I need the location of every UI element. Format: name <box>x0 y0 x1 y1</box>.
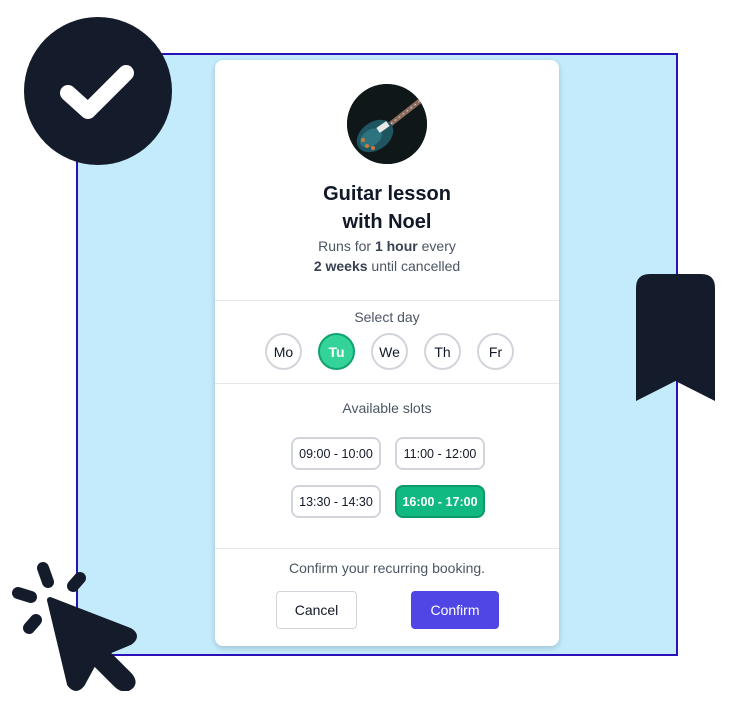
day-button-mo[interactable]: Mo <box>265 333 302 370</box>
slot-button[interactable]: 11:00 - 12:00 <box>395 437 485 470</box>
cursor-click-icon <box>12 562 137 691</box>
day-button-th[interactable]: Th <box>424 333 461 370</box>
divider <box>215 383 559 384</box>
cancel-button[interactable]: Cancel <box>276 591 357 629</box>
subtitle-prefix: Runs for <box>318 238 375 254</box>
guitar-image <box>347 84 427 164</box>
subtitle-interval: 2 weeks <box>313 258 368 274</box>
confirm-button[interactable]: Confirm <box>411 591 499 629</box>
slot-button[interactable]: 13:30 - 14:30 <box>291 485 381 518</box>
day-button-tu[interactable]: Tu <box>318 333 355 370</box>
available-slots-label: Available slots <box>342 400 432 416</box>
divider <box>215 548 559 549</box>
slot-button-selected[interactable]: 16:00 - 17:00 <box>395 485 485 518</box>
subtitle-middle: every <box>417 238 456 254</box>
check-circle-icon <box>24 17 172 165</box>
day-button-we[interactable]: We <box>371 333 408 370</box>
confirm-prompt: Confirm your recurring booking. <box>288 560 486 576</box>
day-picker: Mo Tu We Th Fr <box>265 333 514 370</box>
slot-button[interactable]: 09:00 - 10:00 <box>291 437 381 470</box>
bookmark-icon <box>636 274 715 401</box>
subtitle-duration: 1 hour <box>374 238 418 254</box>
slot-grid: 09:00 - 10:00 11:00 - 12:00 13:30 - 14:3… <box>291 437 485 518</box>
guitar-avatar <box>347 84 427 164</box>
subtitle-suffix: until cancelled <box>367 258 461 274</box>
booking-title: Guitar lesson with Noel <box>215 180 559 236</box>
day-button-fr[interactable]: Fr <box>477 333 514 370</box>
title-line-1: Guitar lesson <box>323 183 451 205</box>
select-day-label: Select day <box>354 309 420 325</box>
booking-card: Guitar lesson with Noel Runs for 1 hour … <box>215 60 559 646</box>
title-line-2: with Noel <box>342 211 432 233</box>
divider <box>215 300 559 301</box>
booking-subtitle: Runs for 1 hour every 2 weeks until canc… <box>215 236 559 276</box>
